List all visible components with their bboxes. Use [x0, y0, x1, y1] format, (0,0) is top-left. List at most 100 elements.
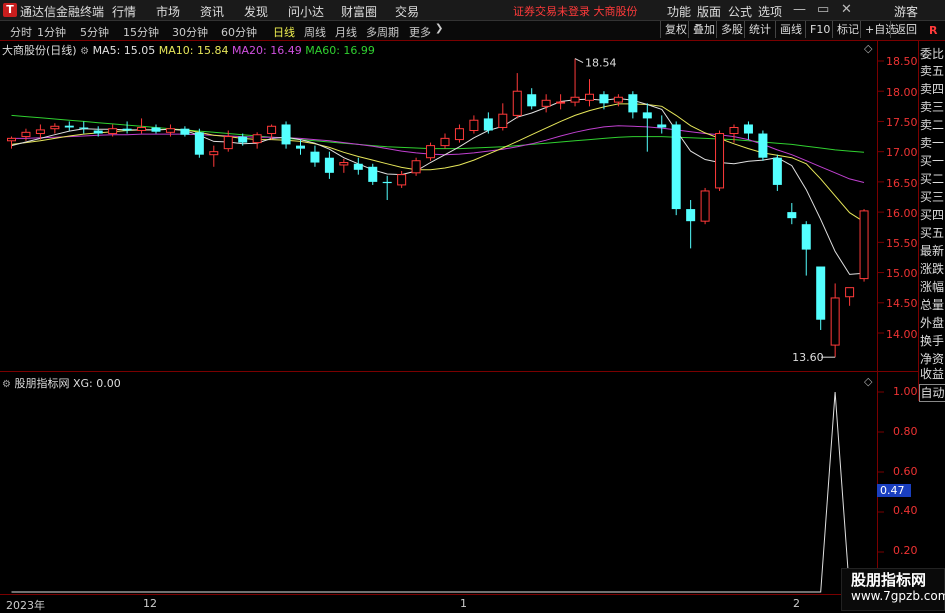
candle-body-up	[223, 136, 233, 150]
price-tick: 16.50	[886, 177, 918, 190]
price-tick: 18.50	[886, 55, 918, 68]
candle-body-up	[267, 125, 277, 135]
low-price-label: 13.60	[792, 351, 824, 364]
price-tick: 14.00	[886, 328, 918, 341]
candle-body-up	[7, 137, 16, 142]
candle-body-down	[787, 212, 797, 219]
candle-body-down	[353, 163, 363, 170]
side-buy2[interactable]: 买二	[920, 172, 945, 187]
price-tick: 17.50	[886, 116, 918, 129]
ma10-line	[11, 103, 865, 223]
candle-body-up	[137, 126, 147, 132]
price-tick: 15.50	[886, 237, 918, 250]
sub-tick: 1.00	[893, 385, 918, 398]
price-tick: 18.00	[886, 86, 918, 99]
panel-separator	[0, 371, 918, 372]
candle-body-up	[498, 113, 508, 128]
candle-body-up	[209, 151, 219, 156]
candle-body-down	[310, 151, 320, 163]
candle-body-down	[180, 128, 190, 135]
candle-body-up	[411, 160, 421, 174]
candle-body-down	[527, 94, 537, 107]
candle-body-up	[21, 131, 31, 138]
xg-line	[11, 391, 864, 593]
candle-body-up	[50, 125, 60, 130]
candle-body-up	[35, 129, 45, 135]
candle-body-down	[758, 133, 768, 158]
current-value-tag: 0.47	[877, 484, 911, 497]
sub-tick: 0.80	[893, 425, 918, 438]
candle-body-down	[671, 124, 681, 210]
candle-body-up	[440, 137, 450, 147]
high-price-label: 18.54	[585, 57, 617, 70]
candle-body-up	[469, 119, 479, 132]
candle-body-up	[541, 99, 551, 107]
candle-body-up	[426, 145, 436, 159]
candle-body-down	[238, 136, 248, 143]
candle-body-down	[382, 181, 392, 184]
side-change[interactable]: 涨跌	[920, 262, 945, 277]
candle-body-up	[845, 287, 855, 298]
candle-body-up	[570, 96, 580, 103]
side-sell2[interactable]: 卖二	[920, 118, 945, 133]
auto-button[interactable]: 自动	[919, 384, 945, 402]
sub-tick: 0.40	[893, 504, 918, 517]
ma5-line	[11, 97, 865, 275]
side-buy3[interactable]: 买三	[920, 190, 945, 205]
candle-body-down	[743, 124, 753, 134]
candle-body-up	[252, 134, 262, 144]
candle-body-down	[368, 166, 378, 182]
side-outer[interactable]: 外盘	[920, 316, 945, 331]
candle-body-up	[830, 297, 840, 346]
candle-body-down	[599, 94, 609, 104]
kline-chart[interactable]: 18.54 13.60	[0, 0, 945, 609]
sub-tick: 0.20	[893, 544, 918, 557]
side-netasset[interactable]: 净资	[920, 352, 945, 367]
candle-body-up	[512, 90, 522, 116]
candle-body-down	[296, 145, 305, 149]
side-volume[interactable]: 总量	[920, 298, 945, 313]
price-tick: 14.50	[886, 297, 918, 310]
date-tick: 2023年	[6, 599, 45, 612]
ma20-line	[11, 125, 865, 183]
candle-body-up	[165, 128, 175, 133]
candle-body-up	[700, 190, 710, 222]
candle-body-up	[454, 128, 464, 141]
candle-body-down	[93, 130, 103, 134]
candle-body-up	[613, 96, 623, 103]
price-tick: 16.00	[886, 207, 918, 220]
candle-body-down	[324, 157, 334, 173]
candle-body-up	[339, 162, 349, 166]
candle-body-down	[686, 209, 696, 222]
candle-body-down	[79, 127, 89, 129]
candle-body-down	[64, 125, 74, 128]
candle-body-down	[801, 224, 811, 250]
axis-separator	[877, 41, 878, 593]
candle-body-down	[194, 132, 204, 155]
watermark-url: www.7gpzb.com	[851, 589, 945, 603]
side-weibi[interactable]: 委比	[920, 47, 945, 62]
side-buy5[interactable]: 买五	[920, 226, 945, 241]
candle-body-down	[657, 124, 667, 128]
side-buy1[interactable]: 买一	[920, 154, 945, 169]
sub-tick: 0.60	[893, 465, 918, 478]
date-tick: 12	[143, 597, 157, 610]
high-pointer	[574, 58, 584, 64]
candle-body-up	[715, 133, 725, 189]
side-latest[interactable]: 最新	[920, 244, 945, 259]
side-buy4[interactable]: 买四	[920, 208, 945, 223]
candle-body-down	[642, 112, 652, 119]
side-sell1[interactable]: 卖一	[920, 136, 945, 151]
side-turnover[interactable]: 换手	[920, 334, 945, 349]
candle-body-up	[397, 174, 407, 186]
candle-body-up	[108, 128, 118, 135]
price-tick: 15.00	[886, 267, 918, 280]
side-sell4[interactable]: 卖四	[920, 82, 945, 97]
date-tick: 1	[460, 597, 467, 610]
side-sell5[interactable]: 卖五	[920, 64, 945, 79]
side-sell3[interactable]: 卖三	[920, 100, 945, 115]
candle-body-up	[859, 210, 869, 280]
date-axis	[0, 594, 945, 610]
side-earnings[interactable]: 收益	[920, 367, 945, 382]
side-change-pct[interactable]: 涨幅	[920, 280, 945, 295]
